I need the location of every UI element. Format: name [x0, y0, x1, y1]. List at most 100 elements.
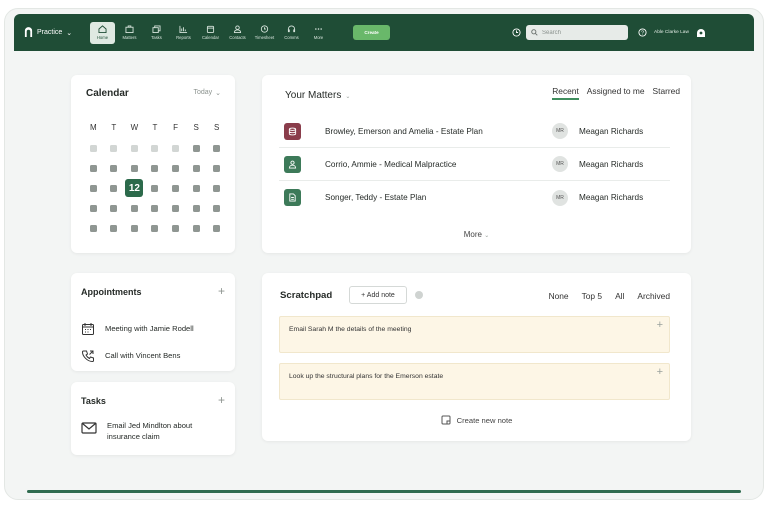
- filter-top-5[interactable]: Top 5: [582, 291, 603, 301]
- matter-row[interactable]: Browley, Emerson and Amelia - Estate Pla…: [279, 115, 670, 148]
- calendar-day[interactable]: [83, 164, 104, 172]
- add-note-button[interactable]: + Add note: [349, 286, 407, 304]
- calendar-day[interactable]: [165, 224, 186, 232]
- nav-matters[interactable]: Matters: [117, 22, 142, 44]
- calendar-day[interactable]: [165, 184, 186, 192]
- note-text: Look up the structural plans for the Eme…: [289, 373, 444, 380]
- nav-label: Timesheet: [254, 35, 275, 40]
- task-label: Email Jed Mindlton about insurance claim: [107, 421, 193, 441]
- user-avatar-icon: [696, 28, 705, 37]
- help-button[interactable]: ?: [636, 27, 648, 39]
- calendar-day[interactable]: [124, 164, 145, 172]
- today-label: Today: [193, 89, 213, 96]
- calendar-day[interactable]: [206, 144, 227, 152]
- nav-home[interactable]: Home: [90, 21, 115, 44]
- calendar-day[interactable]: [165, 164, 186, 172]
- info-icon[interactable]: [415, 291, 423, 299]
- calendar-day[interactable]: [186, 224, 207, 232]
- search-input[interactable]: [542, 29, 622, 36]
- add-appointment-button[interactable]: +: [218, 285, 225, 297]
- calendar-day[interactable]: [145, 224, 166, 232]
- calendar-day[interactable]: [104, 204, 125, 212]
- task-item[interactable]: Email Jed Mindlton about insurance claim: [81, 420, 221, 442]
- scratch-note[interactable]: Look up the structural plans for the Eme…: [279, 363, 670, 400]
- calendar-day[interactable]: [186, 204, 207, 212]
- calendar-day[interactable]: [186, 164, 207, 172]
- calendar-day[interactable]: [206, 224, 227, 232]
- matter-name: Browley, Emerson and Amelia - Estate Pla…: [325, 126, 483, 136]
- calendar-day[interactable]: [83, 224, 104, 232]
- calendar-day[interactable]: [206, 164, 227, 172]
- calendar-day[interactable]: [104, 184, 125, 192]
- create-button[interactable]: Create: [353, 25, 390, 40]
- calendar-day[interactable]: [83, 204, 104, 212]
- calendar-day[interactable]: [124, 204, 145, 212]
- more-matters-button[interactable]: More ⌄: [262, 230, 691, 239]
- svg-text:?: ?: [641, 30, 644, 36]
- calendar-day[interactable]: [104, 144, 125, 152]
- more-icon: [315, 28, 322, 30]
- calendar-day[interactable]: [145, 204, 166, 212]
- search-box[interactable]: [526, 25, 628, 40]
- nav-tasks[interactable]: Tasks: [144, 22, 169, 44]
- calendar-day[interactable]: [206, 184, 227, 192]
- appointment-item[interactable]: Call with Vincent Bens: [81, 342, 227, 369]
- briefcase-icon: [125, 25, 134, 33]
- expand-note-button[interactable]: +: [657, 366, 663, 378]
- add-task-button[interactable]: +: [218, 394, 225, 406]
- matters-title-dropdown[interactable]: Your Matters ⌄: [285, 90, 350, 101]
- nav-label: Home: [96, 35, 109, 40]
- calendar-day-today[interactable]: 12: [124, 179, 145, 197]
- tab-starred[interactable]: Starred: [653, 86, 680, 100]
- matter-row[interactable]: Songer, Teddy - Estate Plan MR Meagan Ri…: [279, 181, 670, 214]
- chevron-down-icon: ⌄: [66, 29, 73, 37]
- appointment-label: Call with Vincent Bens: [105, 351, 181, 360]
- calendar-day[interactable]: [145, 144, 166, 152]
- practice-label: Practice: [37, 29, 63, 36]
- matters-tabs: Recent Assigned to me Starred: [552, 86, 680, 100]
- filter-none[interactable]: None: [549, 291, 569, 301]
- filter-archived[interactable]: Archived: [637, 291, 670, 301]
- filter-all[interactable]: All: [615, 291, 624, 301]
- expand-note-button[interactable]: +: [657, 319, 663, 331]
- calendar-day[interactable]: [206, 204, 227, 212]
- tab-recent[interactable]: Recent: [552, 86, 579, 100]
- scratch-note[interactable]: Email Sarah M the details of the meeting…: [279, 316, 670, 353]
- nav-comms[interactable]: Comms: [279, 22, 304, 44]
- tab-assigned-to-me[interactable]: Assigned to me: [587, 86, 645, 100]
- calendar-day[interactable]: [104, 164, 125, 172]
- calendar-day[interactable]: [165, 144, 186, 152]
- nav-reports[interactable]: Reports: [171, 22, 196, 44]
- tasks-icon: [152, 25, 161, 33]
- nav-calendar[interactable]: Calendar: [198, 22, 223, 44]
- nav-timesheet[interactable]: Timesheet: [252, 22, 277, 44]
- calendar-day[interactable]: [124, 144, 145, 152]
- calendar-day[interactable]: [104, 224, 125, 232]
- calendar-day[interactable]: [83, 144, 104, 152]
- appointments-title: Appointments: [81, 287, 142, 297]
- appointment-item[interactable]: Meeting with Jamie Rodell: [81, 315, 227, 342]
- create-new-note-button[interactable]: Create new note: [262, 415, 691, 425]
- home-icon: [98, 25, 107, 33]
- nav-contacts[interactable]: Contacts: [225, 22, 250, 44]
- nav-label: Reports: [176, 35, 191, 40]
- practice-logo-icon: [24, 27, 33, 37]
- nav-more[interactable]: More: [306, 22, 331, 44]
- calendar-day[interactable]: [83, 184, 104, 192]
- practice-switcher[interactable]: Practice ⌄: [24, 27, 84, 38]
- matter-row[interactable]: Corrio, Ammie - Medical Malpractice MR M…: [279, 148, 670, 181]
- calendar-day[interactable]: [165, 204, 186, 212]
- calendar-day[interactable]: [186, 184, 207, 192]
- appointment-label: Meeting with Jamie Rodell: [105, 324, 194, 333]
- appointments-widget: Appointments + Meeting with Jamie Rodell…: [71, 273, 235, 371]
- user-menu-button[interactable]: [695, 27, 707, 39]
- calendar-day[interactable]: [124, 224, 145, 232]
- scratchpad-title: Scratchpad: [280, 290, 333, 301]
- calendar-day[interactable]: [145, 164, 166, 172]
- recent-activity-button[interactable]: [510, 27, 522, 39]
- matter-owner: Meagan Richards: [579, 193, 644, 202]
- today-button[interactable]: Today ⌄: [193, 89, 221, 97]
- calendar-day[interactable]: [186, 144, 207, 152]
- calendar-day[interactable]: [145, 184, 166, 192]
- appointments-list: Meeting with Jamie Rodell Call with Vinc…: [81, 315, 227, 369]
